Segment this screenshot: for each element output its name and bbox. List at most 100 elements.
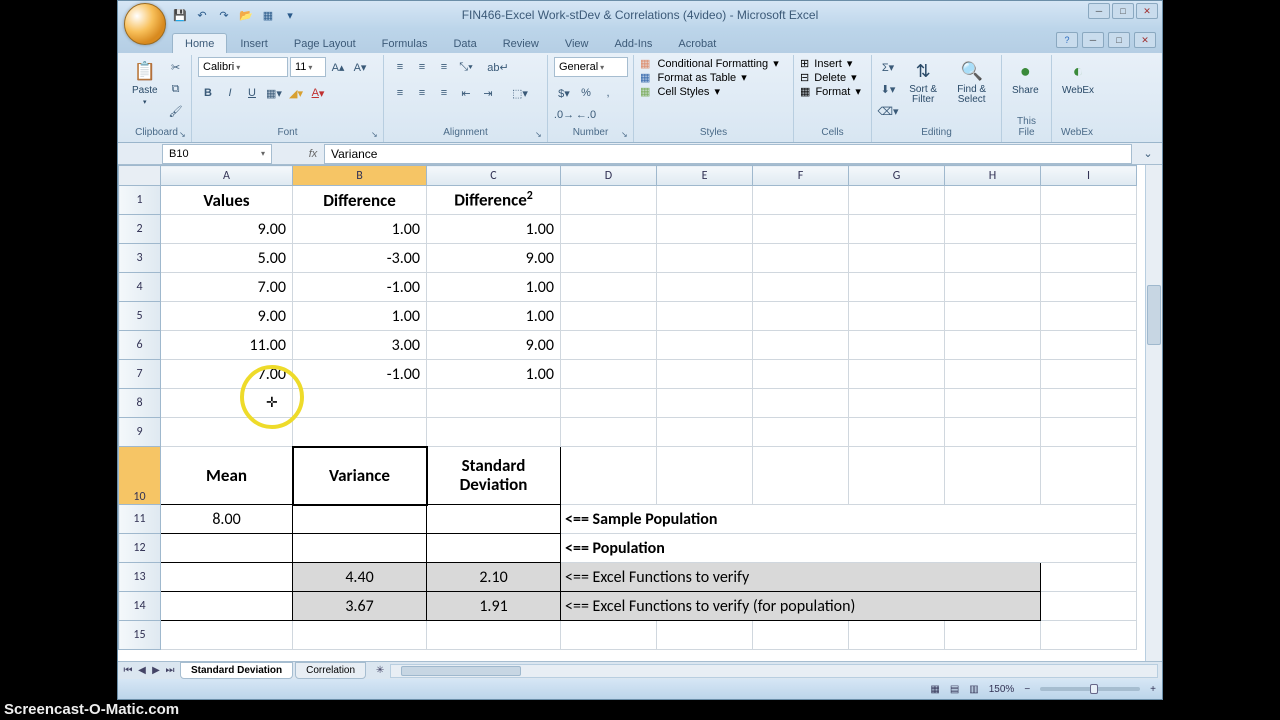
- col-header-D[interactable]: D: [561, 166, 657, 186]
- cell-B2[interactable]: 1.00: [293, 215, 427, 244]
- ribbon-minimize-button[interactable]: ─: [1082, 32, 1104, 48]
- row-header-3[interactable]: 3: [119, 244, 161, 273]
- italic-button[interactable]: I: [220, 83, 240, 103]
- office-button[interactable]: [124, 3, 166, 45]
- view-layout-icon[interactable]: ▤: [950, 684, 959, 695]
- cell-C14[interactable]: 1.91: [427, 592, 561, 621]
- cell-C5[interactable]: 1.00: [427, 302, 561, 331]
- col-header-H[interactable]: H: [945, 166, 1041, 186]
- open-icon[interactable]: 📂: [238, 7, 254, 23]
- row-header-15[interactable]: 15: [119, 621, 161, 650]
- row-header-5[interactable]: 5: [119, 302, 161, 331]
- cell-C3[interactable]: 9.00: [427, 244, 561, 273]
- col-header-C[interactable]: C: [427, 166, 561, 186]
- row-header-6[interactable]: 6: [119, 331, 161, 360]
- row-header-4[interactable]: 4: [119, 273, 161, 302]
- cell-D13[interactable]: <== Excel Functions to verify: [561, 563, 1041, 592]
- row-header-10[interactable]: 10: [119, 447, 161, 505]
- orientation-icon[interactable]: ⤡▾: [456, 57, 476, 77]
- tab-last-icon[interactable]: ⏭: [164, 665, 176, 676]
- tab-prev-icon[interactable]: ◀: [136, 665, 148, 676]
- col-header-E[interactable]: E: [657, 166, 753, 186]
- cell-A2[interactable]: 9.00: [161, 215, 293, 244]
- sheet-tab-correlation[interactable]: Correlation: [295, 662, 366, 679]
- paste-button[interactable]: 📋 Paste ▾: [128, 57, 162, 108]
- format-button[interactable]: ▦ Format ▾: [800, 85, 861, 98]
- cell-C10[interactable]: Standard Deviation: [427, 447, 561, 505]
- alignment-launcher-icon[interactable]: ↘: [535, 130, 545, 140]
- cell-D11[interactable]: <== Sample Population: [561, 505, 1137, 534]
- row-header-12[interactable]: 12: [119, 534, 161, 563]
- autosum-icon[interactable]: Σ▾: [878, 57, 898, 77]
- col-header-A[interactable]: A: [161, 166, 293, 186]
- clipboard-launcher-icon[interactable]: ↘: [179, 130, 189, 140]
- cell-D14[interactable]: <== Excel Functions to verify (for popul…: [561, 592, 1041, 621]
- copy-icon[interactable]: ⧉: [166, 79, 186, 99]
- increase-decimal-icon[interactable]: .0→: [554, 105, 574, 125]
- font-launcher-icon[interactable]: ↘: [371, 130, 381, 140]
- tab-first-icon[interactable]: ⏮: [122, 665, 134, 676]
- cell-C7[interactable]: 1.00: [427, 360, 561, 389]
- decrease-decimal-icon[interactable]: ←.0: [576, 105, 596, 125]
- decrease-indent-icon[interactable]: ⇤: [456, 83, 476, 103]
- formula-expand-icon[interactable]: ⌄: [1138, 144, 1158, 164]
- select-all-corner[interactable]: [119, 166, 161, 186]
- cell-B5[interactable]: 1.00: [293, 302, 427, 331]
- cell-D12[interactable]: <== Population: [561, 534, 1137, 563]
- cell-B7[interactable]: -1.00: [293, 360, 427, 389]
- cell-A3[interactable]: 5.00: [161, 244, 293, 273]
- font-size-field[interactable]: 11▾: [290, 57, 326, 77]
- increase-indent-icon[interactable]: ⇥: [478, 83, 498, 103]
- cell-B1[interactable]: Difference: [293, 186, 427, 215]
- insert-button[interactable]: ⊞ Insert ▾: [800, 57, 852, 70]
- zoom-out-icon[interactable]: −: [1024, 684, 1030, 695]
- ribbon-close-button[interactable]: ✕: [1134, 32, 1156, 48]
- format-as-table-button[interactable]: ▦ Format as Table ▾: [640, 71, 747, 84]
- undo-icon[interactable]: ↶: [194, 7, 210, 23]
- tab-insert[interactable]: Insert: [227, 33, 281, 53]
- row-header-11[interactable]: 11: [119, 505, 161, 534]
- percent-icon[interactable]: %: [576, 83, 596, 103]
- minimize-button[interactable]: ─: [1088, 3, 1110, 19]
- cell-A7[interactable]: 7.00: [161, 360, 293, 389]
- row-header-8[interactable]: 8: [119, 389, 161, 418]
- tab-formulas[interactable]: Formulas: [369, 33, 441, 53]
- col-header-I[interactable]: I: [1041, 166, 1137, 186]
- tab-view[interactable]: View: [552, 33, 602, 53]
- cell-A10[interactable]: Mean: [161, 447, 293, 505]
- cell-B4[interactable]: -1.00: [293, 273, 427, 302]
- cell-B6[interactable]: 3.00: [293, 331, 427, 360]
- border-icon[interactable]: ▦▾: [264, 83, 284, 103]
- cell-B10[interactable]: Variance: [293, 447, 427, 505]
- find-select-button[interactable]: 🔍 Find & Select: [948, 57, 995, 107]
- row-header-2[interactable]: 2: [119, 215, 161, 244]
- cut-icon[interactable]: ✂: [166, 57, 186, 77]
- maximize-button[interactable]: □: [1112, 3, 1134, 19]
- format-painter-icon[interactable]: 🖌: [166, 101, 186, 121]
- comma-icon[interactable]: ,: [598, 83, 618, 103]
- conditional-formatting-button[interactable]: ▦ Conditional Formatting ▾: [640, 57, 779, 70]
- row-header-13[interactable]: 13: [119, 563, 161, 592]
- row-header-7[interactable]: 7: [119, 360, 161, 389]
- cell-A4[interactable]: 7.00: [161, 273, 293, 302]
- share-button[interactable]: ● Share: [1008, 57, 1043, 98]
- tab-addins[interactable]: Add-Ins: [601, 33, 665, 53]
- print-preview-icon[interactable]: ▦: [260, 7, 276, 23]
- align-left-icon[interactable]: ≡: [390, 83, 410, 103]
- hscroll-thumb[interactable]: [401, 666, 521, 676]
- zoom-slider[interactable]: [1040, 687, 1140, 691]
- align-center-icon[interactable]: ≡: [412, 83, 432, 103]
- tab-data[interactable]: Data: [440, 33, 489, 53]
- cell-C2[interactable]: 1.00: [427, 215, 561, 244]
- new-sheet-icon[interactable]: ✳: [374, 665, 386, 676]
- cell-A11[interactable]: 8.00: [161, 505, 293, 534]
- qat-more-icon[interactable]: ▾: [282, 7, 298, 23]
- shrink-font-icon[interactable]: A▾: [350, 57, 370, 77]
- zoom-level[interactable]: 150%: [989, 684, 1015, 695]
- cell-B3[interactable]: -3.00: [293, 244, 427, 273]
- cell-B14[interactable]: 3.67: [293, 592, 427, 621]
- col-header-G[interactable]: G: [849, 166, 945, 186]
- cell-A5[interactable]: 9.00: [161, 302, 293, 331]
- col-header-B[interactable]: B: [293, 166, 427, 186]
- tab-review[interactable]: Review: [490, 33, 552, 53]
